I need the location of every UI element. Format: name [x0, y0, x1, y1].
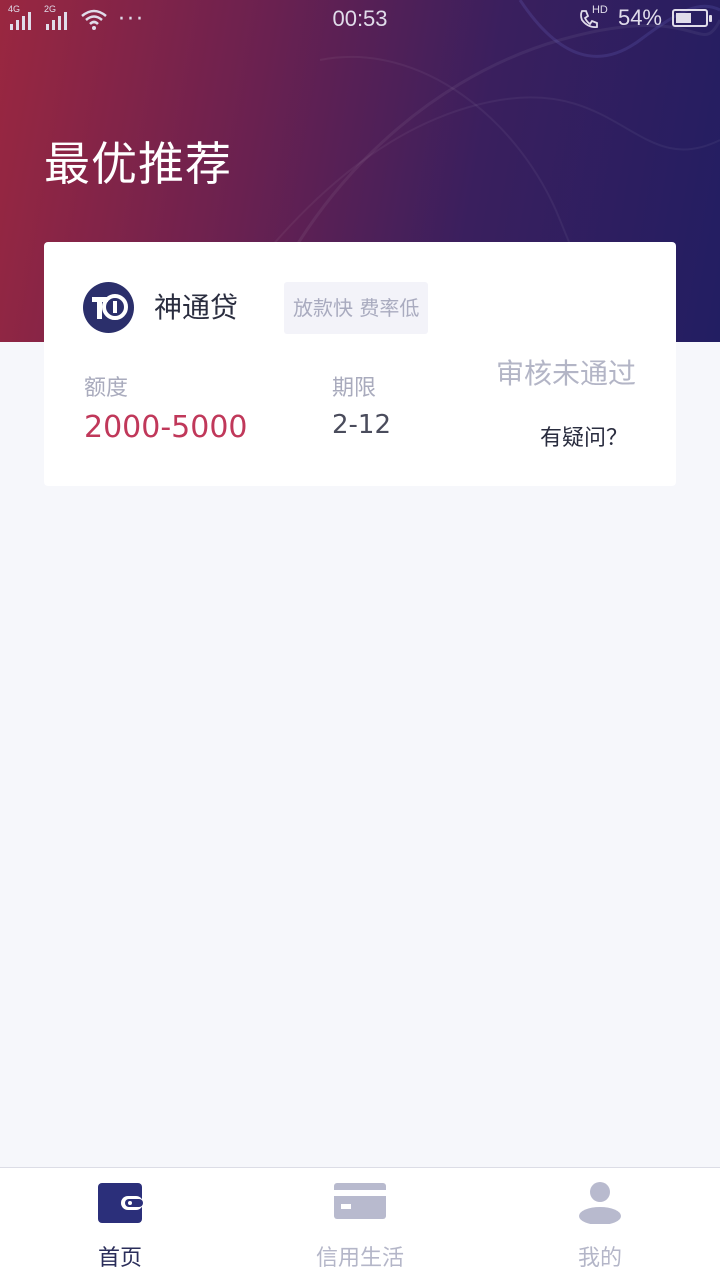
- card-icon: [334, 1183, 386, 1219]
- user-icon: [579, 1182, 621, 1224]
- question-link[interactable]: 有疑问？: [540, 420, 628, 452]
- page-title: 最优推荐: [44, 137, 232, 191]
- review-status: 审核未通过: [495, 357, 636, 390]
- tab-mine[interactable]: 我的: [480, 1168, 720, 1280]
- battery-icon: [672, 9, 712, 27]
- product-tag: 放款快 费率低: [284, 282, 429, 334]
- tab-home-label: 首页: [97, 1246, 142, 1271]
- wallet-icon: [98, 1183, 143, 1223]
- hd-call-icon: HD: [578, 4, 608, 30]
- term-label: 期限: [332, 376, 377, 401]
- product-name: 神通贷: [154, 291, 239, 324]
- bottom-tab-bar: 首页 信用生活 我的: [0, 1167, 720, 1280]
- tab-mine-label: 我的: [577, 1246, 622, 1271]
- hd-label: HD: [591, 4, 608, 16]
- amount-label: 额度: [84, 376, 129, 401]
- tab-home[interactable]: 首页: [0, 1168, 240, 1280]
- tab-credit-life[interactable]: 信用生活: [240, 1168, 480, 1280]
- amount-value: 2000-5000: [84, 410, 248, 445]
- product-logo: [83, 282, 134, 333]
- tab-credit-life-label: 信用生活: [315, 1246, 404, 1271]
- status-bar: 4G 2G ··· 00:53 HD 54%: [0, 0, 720, 40]
- term-value: 2-12: [332, 410, 392, 440]
- battery-percent: 54%: [617, 5, 662, 30]
- product-card[interactable]: 神通贷 放款快 费率低 额度 2000-5000 期限 2-12 审核未通过 有…: [44, 242, 676, 486]
